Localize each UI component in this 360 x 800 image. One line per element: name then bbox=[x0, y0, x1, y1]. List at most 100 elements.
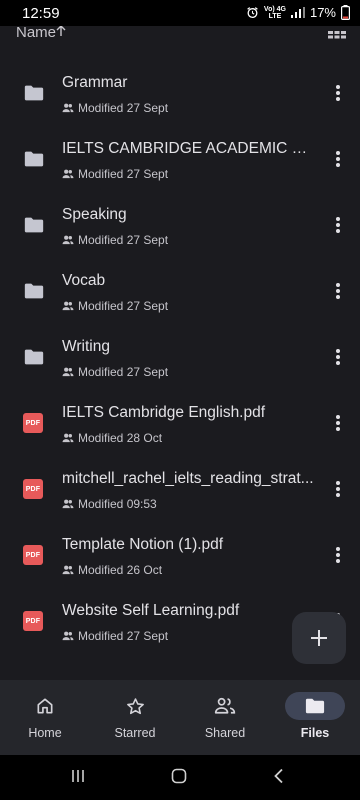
file-meta: Modified 27 Sept bbox=[62, 629, 168, 643]
file-meta: Modified 27 Sept bbox=[62, 101, 168, 115]
file-list: Grammar Modified 27 Sept IELTS CAMBRIDGE … bbox=[0, 60, 360, 654]
plus-icon bbox=[311, 630, 327, 646]
people-icon bbox=[62, 103, 74, 113]
nav-home-icon-wrap bbox=[15, 692, 75, 720]
pdf-icon: PDF bbox=[23, 610, 45, 632]
modified-date: Modified 27 Sept bbox=[78, 167, 169, 181]
pdf-icon: PDF bbox=[23, 544, 45, 566]
pdf-badge: PDF bbox=[23, 413, 43, 433]
folder-icon bbox=[23, 82, 45, 104]
file-name: Grammar bbox=[62, 74, 128, 91]
pdf-badge: PDF bbox=[23, 545, 43, 565]
people-icon bbox=[62, 169, 74, 179]
pdf-icon: PDF bbox=[23, 478, 45, 500]
more-vert-icon[interactable] bbox=[330, 280, 346, 302]
people-icon bbox=[62, 367, 74, 377]
folder-icon bbox=[23, 280, 45, 302]
recent-apps-icon[interactable] bbox=[70, 768, 86, 784]
modified-date: Modified 09:53 bbox=[78, 497, 157, 511]
more-vert-icon[interactable] bbox=[330, 544, 346, 566]
bottom-navigation: Home Starred Shared Files bbox=[0, 680, 360, 755]
file-meta: Modified 26 Oct bbox=[62, 563, 162, 577]
nav-files-icon-wrap bbox=[285, 692, 345, 720]
people-icon bbox=[62, 433, 74, 443]
people-icon bbox=[62, 499, 74, 509]
list-item[interactable]: PDF Template Notion (1).pdf Modified 26 Oc… bbox=[0, 522, 360, 588]
folder-icon bbox=[23, 346, 45, 368]
modified-date: Modified 27 Sept bbox=[78, 101, 169, 115]
more-vert-icon[interactable] bbox=[330, 346, 346, 368]
file-meta: Modified 27 Sept bbox=[62, 299, 168, 313]
nav-home[interactable]: Home bbox=[0, 680, 90, 755]
pdf-badge: PDF bbox=[23, 479, 43, 499]
nav-starred-icon-wrap bbox=[105, 692, 165, 720]
file-name: IELTS CAMBRIDGE ACADEMIC 1 - 19 bbox=[62, 140, 314, 157]
network-label-top: Vo) 4G bbox=[263, 5, 286, 13]
people-icon bbox=[62, 565, 74, 575]
file-meta: Modified 27 Sept bbox=[62, 167, 168, 181]
modified-date: Modified 27 Sept bbox=[78, 365, 169, 379]
grid-view-icon[interactable] bbox=[328, 28, 346, 40]
network-label-bottom: LTE bbox=[268, 12, 282, 20]
file-name: Template Notion (1).pdf bbox=[62, 536, 224, 553]
home-button-icon[interactable] bbox=[171, 768, 187, 784]
more-vert-icon[interactable] bbox=[330, 478, 346, 500]
home-icon bbox=[37, 698, 53, 714]
sort-label[interactable]: Name bbox=[16, 26, 56, 41]
pdf-badge: PDF bbox=[23, 611, 43, 631]
nav-shared[interactable]: Shared bbox=[180, 680, 270, 755]
list-item[interactable]: Grammar Modified 27 Sept bbox=[0, 60, 360, 126]
nav-starred[interactable]: Starred bbox=[90, 680, 180, 755]
list-item[interactable]: PDF IELTS Cambridge English.pdf Modified 2… bbox=[0, 390, 360, 456]
arrow-up-icon[interactable] bbox=[56, 26, 66, 37]
modified-date: Modified 27 Sept bbox=[78, 233, 169, 247]
status-bar: 12:59 Vo) 4G LTE 17% bbox=[0, 0, 360, 26]
more-vert-icon[interactable] bbox=[330, 214, 346, 236]
folder-icon bbox=[23, 148, 45, 170]
nav-shared-icon-wrap bbox=[195, 692, 255, 720]
people-icon bbox=[62, 235, 74, 245]
nav-shared-label: Shared bbox=[204, 726, 246, 740]
modified-date: Modified 26 Oct bbox=[78, 563, 163, 577]
file-name: mitchell_rachel_ielts_reading_strat... bbox=[62, 470, 314, 487]
more-vert-icon[interactable] bbox=[330, 412, 346, 434]
nav-files[interactable]: Files bbox=[270, 680, 360, 755]
file-name: Speaking bbox=[62, 206, 127, 223]
more-vert-icon[interactable] bbox=[330, 82, 346, 104]
folder-icon bbox=[305, 698, 325, 714]
system-navigation-bar bbox=[0, 755, 360, 800]
folder-icon bbox=[23, 214, 45, 236]
nav-files-label: Files bbox=[300, 726, 330, 740]
more-vert-icon[interactable] bbox=[330, 148, 346, 170]
file-name: IELTS Cambridge English.pdf bbox=[62, 404, 266, 421]
file-name: Website Self Learning.pdf bbox=[62, 602, 240, 619]
status-icons: Vo) 4G LTE 17% bbox=[246, 5, 350, 20]
sort-header: Name bbox=[0, 26, 360, 44]
new-item-button[interactable] bbox=[292, 612, 346, 664]
file-meta: Modified 27 Sept bbox=[62, 233, 168, 247]
modified-date: Modified 27 Sept bbox=[78, 629, 169, 643]
battery-icon bbox=[341, 5, 350, 20]
battery-percent: 17% bbox=[309, 5, 336, 20]
list-item[interactable]: Speaking Modified 27 Sept bbox=[0, 192, 360, 258]
list-item[interactable]: Writing Modified 27 Sept bbox=[0, 324, 360, 390]
file-meta: Modified 27 Sept bbox=[62, 365, 168, 379]
star-icon bbox=[126, 697, 144, 714]
list-item[interactable]: IELTS CAMBRIDGE ACADEMIC 1 - 19 Modified … bbox=[0, 126, 360, 192]
list-item[interactable]: Vocab Modified 27 Sept bbox=[0, 258, 360, 324]
modified-date: Modified 27 Sept bbox=[78, 299, 169, 313]
people-icon bbox=[214, 697, 236, 714]
alarm-icon bbox=[247, 7, 258, 19]
file-name: Vocab bbox=[62, 272, 106, 289]
signal-icon bbox=[290, 7, 305, 18]
back-icon[interactable] bbox=[273, 768, 285, 784]
nav-home-label: Home bbox=[28, 726, 62, 740]
pdf-icon: PDF bbox=[23, 412, 45, 434]
list-item[interactable]: PDF mitchell_rachel_ielts_reading_strat..… bbox=[0, 456, 360, 522]
network-label: Vo) 4G LTE bbox=[264, 6, 286, 20]
people-icon bbox=[62, 631, 74, 641]
modified-date: Modified 28 Oct bbox=[78, 431, 163, 445]
file-meta: Modified 28 Oct bbox=[62, 431, 162, 445]
file-meta: Modified 09:53 bbox=[62, 497, 157, 511]
file-name: Writing bbox=[62, 338, 110, 355]
